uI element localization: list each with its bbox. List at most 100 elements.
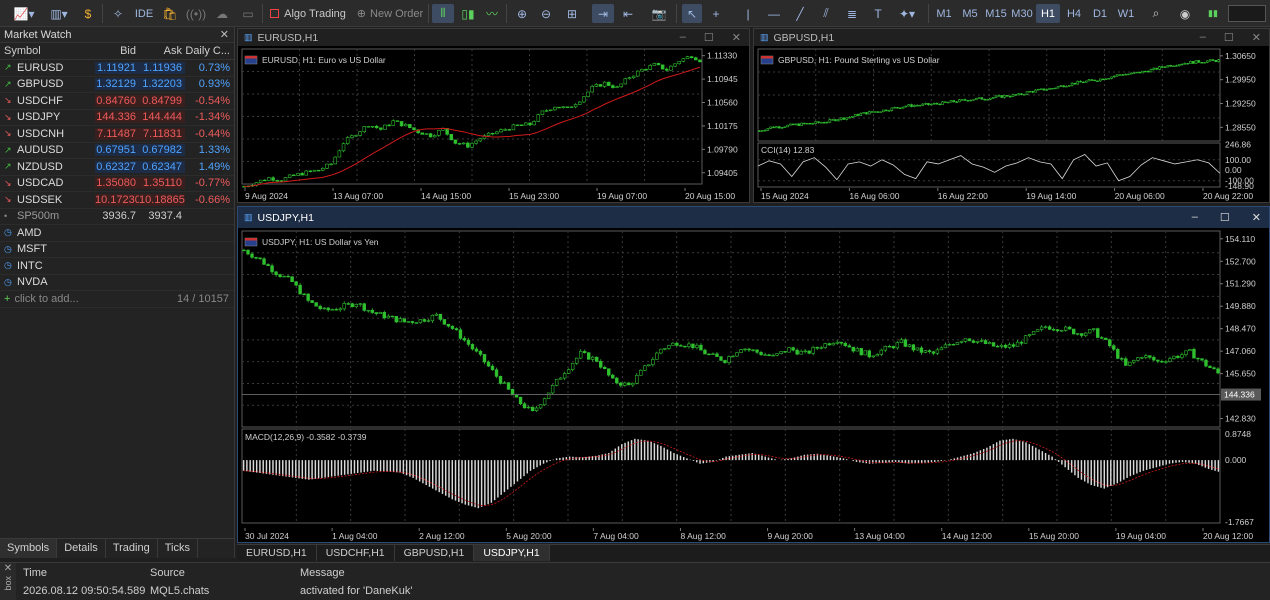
market-watch-row[interactable]: ◷ NVDA bbox=[0, 275, 234, 291]
search-icon[interactable]: ⌕ bbox=[1146, 4, 1166, 23]
shopping-bag-icon[interactable]: 🛍 bbox=[160, 4, 180, 23]
tf-w1[interactable]: W1 bbox=[1114, 4, 1138, 23]
chart-type-icon[interactable]: 📈▾ bbox=[6, 4, 42, 23]
market-watch-row[interactable]: ◷ MSFT bbox=[0, 242, 234, 258]
maximize-icon[interactable]: ☐ bbox=[704, 31, 714, 44]
terminal-icon[interactable]: ▭ bbox=[238, 4, 258, 23]
gbpusd-chart[interactable]: 1.30650 1.29950 1.29250 1.28550 GBPUSD, H1: … bbox=[754, 47, 1269, 202]
col-daily-change[interactable]: Daily C... bbox=[185, 45, 233, 57]
autoscroll-icon[interactable]: ⇥ bbox=[592, 4, 614, 23]
tab-symbols[interactable]: Symbols bbox=[0, 539, 58, 558]
vertical-line-icon[interactable]: | bbox=[738, 4, 758, 23]
candle-body bbox=[941, 101, 944, 106]
market-watch-row[interactable]: ↘ USDCAD 1.35080 1.35110 -0.77% bbox=[0, 176, 234, 192]
usdjpy-chart[interactable]: 154.110 152.700 151.290 149.880 148.470 147.0… bbox=[238, 229, 1269, 542]
candle-body bbox=[972, 99, 975, 101]
tf-m1[interactable]: M1 bbox=[932, 4, 956, 23]
minimize-icon[interactable]: – bbox=[1200, 31, 1206, 44]
bar-chart-icon[interactable]: ⫴ bbox=[432, 4, 454, 23]
connection-icon[interactable]: ▮▮ bbox=[1204, 4, 1222, 23]
new-order-button[interactable]: ⊕ New Order bbox=[354, 4, 426, 23]
tf-m5[interactable]: M5 bbox=[958, 4, 982, 23]
market-watch-row[interactable]: • SP500m 3936.7 3937.4 bbox=[0, 209, 234, 225]
market-watch-row[interactable]: ↗ AUDUSD 0.67951 0.67982 1.33% bbox=[0, 143, 234, 159]
candle-body bbox=[975, 340, 980, 343]
minimize-icon[interactable]: – bbox=[1192, 211, 1198, 224]
chart-window-header: ▥ USDJPY,H1 – ☐ ✕ bbox=[238, 207, 1269, 228]
tab-details[interactable]: Details bbox=[57, 539, 106, 558]
zoom-in-icon[interactable]: ⊕ bbox=[512, 4, 532, 23]
zoom-out-icon[interactable]: ⊖ bbox=[536, 4, 556, 23]
market-watch-row[interactable]: ↘ USDCNH 7.11487 7.11831 -0.44% bbox=[0, 126, 234, 143]
trendline-icon[interactable]: ╱ bbox=[790, 4, 810, 23]
market-watch-row[interactable]: ◷ INTC bbox=[0, 258, 234, 275]
col-symbol[interactable]: Symbol bbox=[0, 45, 95, 57]
search-box[interactable] bbox=[1228, 5, 1266, 22]
maximize-icon[interactable]: ☐ bbox=[1220, 211, 1230, 224]
candle-body bbox=[470, 142, 474, 148]
market-watch-row[interactable]: ↘ USDSEK 10.17230 10.18865 -0.66% bbox=[0, 192, 234, 209]
tab-ticks[interactable]: Ticks bbox=[158, 539, 198, 558]
crosshair-icon[interactable]: + bbox=[706, 4, 726, 23]
close-icon[interactable]: ✕ bbox=[732, 31, 741, 44]
account-icon[interactable]: ◉ bbox=[1174, 4, 1196, 23]
candle-body bbox=[1107, 78, 1111, 80]
market-watch-row[interactable]: ◷ AMD bbox=[0, 225, 234, 242]
fibonacci-icon[interactable]: ≣ bbox=[842, 4, 862, 23]
shapes-icon[interactable]: ✦▾ bbox=[892, 4, 922, 23]
chart-tab-gbpusd[interactable]: GBPUSD,H1 bbox=[395, 545, 475, 561]
market-watch-row[interactable]: ↘ USDCHF 0.84760 0.84799 -0.54% bbox=[0, 93, 234, 110]
log-col-message[interactable]: Message bbox=[300, 567, 700, 579]
cursor-icon[interactable]: ↖ bbox=[682, 4, 702, 23]
horizontal-line-icon[interactable]: — bbox=[764, 4, 784, 23]
ide-button[interactable]: IDE bbox=[132, 4, 156, 23]
col-ask[interactable]: Ask bbox=[139, 45, 185, 57]
market-watch-row[interactable]: ↘ USDJPY 144.336 144.444 -1.34% bbox=[0, 110, 234, 126]
maximize-icon[interactable]: ☐ bbox=[1224, 31, 1234, 44]
close-icon[interactable]: ✕ bbox=[0, 563, 16, 574]
close-icon[interactable]: ✕ bbox=[1252, 211, 1261, 224]
candlestick-icon[interactable]: ▯▮ bbox=[458, 4, 478, 23]
screenshot-icon[interactable]: 📷 bbox=[648, 4, 670, 23]
close-icon[interactable]: ✕ bbox=[220, 28, 229, 41]
eurusd-chart[interactable]: 1.11330 1.10945 1.10560 1.10175 1.09790 1.094… bbox=[238, 47, 749, 202]
log-col-source[interactable]: Source bbox=[150, 567, 300, 579]
tf-h4[interactable]: H4 bbox=[1062, 4, 1086, 23]
candle-body bbox=[462, 338, 467, 341]
candle-body bbox=[267, 177, 271, 181]
new-chart-icon[interactable]: ▥▾ bbox=[44, 4, 74, 23]
candle-body bbox=[510, 389, 515, 396]
chart-tab-eurusd[interactable]: EURUSD,H1 bbox=[237, 545, 317, 561]
signal-icon[interactable]: ((•)) bbox=[186, 4, 206, 23]
tf-h1[interactable]: H1 bbox=[1036, 4, 1060, 23]
col-bid[interactable]: Bid bbox=[95, 45, 139, 57]
chart-window-gbpusd[interactable]: ▥ GBPUSD,H1 – ☐ ✕ 1.30650 1.29950 1.29250 1.285… bbox=[753, 28, 1270, 203]
line-chart-icon[interactable]: 〰 bbox=[482, 4, 502, 23]
market-watch-row[interactable]: ↗ EURUSD 1.11921 1.11936 0.73% bbox=[0, 60, 234, 77]
candle-body bbox=[1212, 367, 1216, 370]
algo-trading-button[interactable]: Algo Trading bbox=[268, 4, 348, 23]
market-watch-row[interactable]: ↗ NZDUSD 0.62327 0.62347 1.49% bbox=[0, 159, 234, 176]
chart-window-eurusd[interactable]: ▥ EURUSD,H1 – ☐ ✕ 1.11330 1.10945 1.10560 1.101… bbox=[237, 28, 750, 203]
dollar-icon[interactable]: $ bbox=[78, 4, 98, 23]
log-col-time[interactable]: Time bbox=[16, 567, 150, 579]
tf-m30[interactable]: M30 bbox=[1010, 4, 1034, 23]
close-icon[interactable]: ✕ bbox=[1252, 31, 1261, 44]
market-watch-row[interactable]: ↗ GBPUSD 1.32129 1.32203 0.93% bbox=[0, 77, 234, 93]
tf-m15[interactable]: M15 bbox=[984, 4, 1008, 23]
log-row[interactable]: 2026.08.12 09:50:54.589 MQL5.chats activ… bbox=[16, 583, 1270, 599]
cloud-icon[interactable]: ☁ bbox=[212, 4, 232, 23]
tf-d1[interactable]: D1 bbox=[1088, 4, 1112, 23]
chart-shift-icon[interactable]: ⇤ bbox=[618, 4, 638, 23]
strategy-tester-icon[interactable]: ✧ bbox=[108, 4, 128, 23]
tab-trading[interactable]: Trading bbox=[106, 539, 158, 558]
grid-icon[interactable]: ⊞ bbox=[562, 4, 582, 23]
chart-tab-usdchf[interactable]: USDCHF,H1 bbox=[317, 545, 395, 561]
add-symbol-row[interactable]: + click to add... 14 / 10157 bbox=[0, 291, 234, 308]
channel-icon[interactable]: ⫽ bbox=[816, 4, 836, 23]
chart-window-usdjpy[interactable]: ▥ USDJPY,H1 – ☐ ✕ 154.110 152.700 151.290 149.8… bbox=[237, 206, 1270, 543]
chart-tab-usdjpy[interactable]: USDJPY,H1 bbox=[474, 545, 550, 561]
minimize-icon[interactable]: – bbox=[680, 31, 686, 44]
candle-body bbox=[619, 83, 623, 88]
text-tool-icon[interactable]: T bbox=[868, 4, 888, 23]
